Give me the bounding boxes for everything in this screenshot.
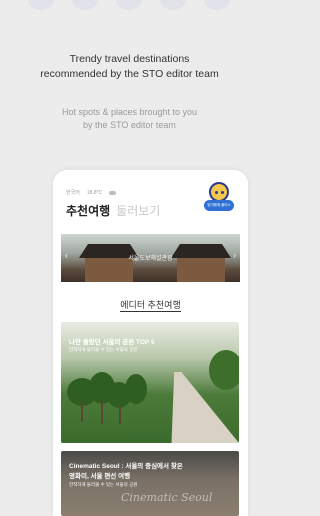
mascot-icon <box>209 182 229 202</box>
tab-bar: 추천여행 둘러보기 <box>66 202 160 219</box>
mascot-badge[interactable]: 맞여행에 플러스 <box>204 182 234 216</box>
headline-line-1: Trendy travel destinations <box>69 53 190 65</box>
banner-label: 서울도보해설관광 <box>128 256 173 262</box>
walking-tour-banner[interactable]: ‹ › 서울도보해설관광 <box>61 234 240 282</box>
headline-line-2: recommended by the STO editor team <box>40 68 219 80</box>
article-card[interactable]: 나만 몰랐던 서울의 공원 TOP 5 한적하게 둘러볼 수 있는 서울의 공원 <box>61 322 239 443</box>
card-title: 나만 몰랐던 서울의 공원 TOP 5 <box>69 339 155 346</box>
card-title-line-2: 영화미, 서울 편선 여행 <box>69 473 131 480</box>
card-subtitle: 한적하게 둘러볼 수 있는 서울의 공원 <box>69 347 138 352</box>
card-subtitle: 한적하게 둘러볼 수 있는 서울의 공원 <box>69 482 138 487</box>
section-title: 에디터 추천여행 <box>120 300 181 312</box>
card-script: Cinematic Seoul <box>121 491 213 504</box>
phone-mockup: 한국어 18.8°C 추천여행 둘러보기 맞여행에 플러스 ‹ › 서울도보해설… <box>53 170 248 516</box>
temperature: 18.8°C <box>86 189 103 196</box>
language-label[interactable]: 한국어 <box>66 189 80 196</box>
status-bar: 한국어 18.8°C <box>66 189 117 196</box>
article-card[interactable]: Cinematic Seoul : 서울의 중심에서 찾은 영화미, 서울 편선… <box>61 451 239 516</box>
top-decoration <box>0 0 259 14</box>
headline: Trendy travel destinations recommended b… <box>0 52 259 82</box>
subline-line-1: Hot spots & places brought to you <box>61 107 198 117</box>
cloud-icon <box>109 190 117 195</box>
subline-line-2: by the STO editor team <box>83 120 176 130</box>
card-title-line-1: Cinematic Seoul : 서울의 중심에서 찾은 <box>69 463 183 470</box>
tab-recommended[interactable]: 추천여행 <box>66 202 110 219</box>
mascot-badge-label: 맞여행에 플러스 <box>204 200 234 211</box>
tab-browse[interactable]: 둘러보기 <box>116 202 160 219</box>
subline: Hot spots & places brought to you by the… <box>0 106 259 132</box>
